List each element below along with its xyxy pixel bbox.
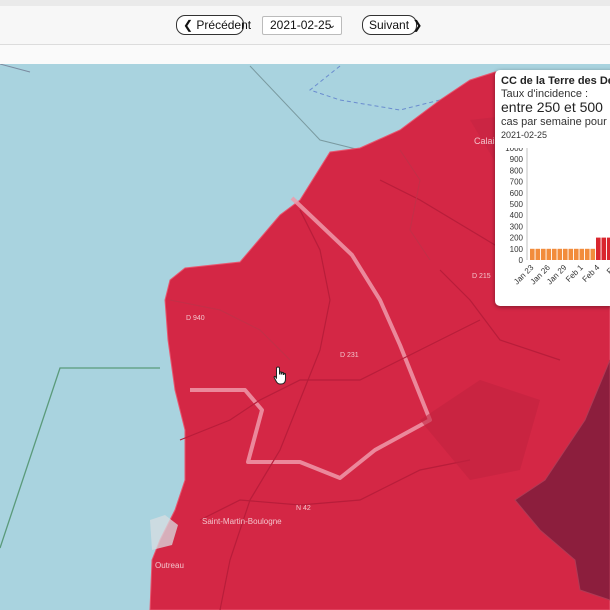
hand-cursor-icon — [273, 366, 286, 385]
road-label: D 940 — [186, 315, 205, 322]
road-label: D 215 — [472, 273, 491, 280]
incidence-range: entre 250 et 500 — [501, 99, 603, 115]
y-tick-label: 800 — [510, 166, 524, 175]
chart-bar[interactable] — [574, 248, 579, 260]
y-tick-label: 600 — [510, 189, 524, 198]
y-tick-label: 900 — [510, 155, 524, 164]
x-tick-label: Feb 4 — [581, 263, 602, 284]
incidence-unit: cas par semaine pour — [501, 116, 607, 128]
chart-bar[interactable] — [557, 248, 563, 260]
y-tick-label: 300 — [510, 222, 524, 231]
y-tick-label: 700 — [510, 178, 524, 187]
chart-bar[interactable] — [596, 237, 601, 260]
y-tick-label: 0 — [519, 256, 524, 265]
chart-bar[interactable] — [530, 248, 535, 260]
chart-bar[interactable] — [601, 237, 607, 260]
road-label: N 42 — [296, 505, 311, 512]
chart-bar[interactable] — [546, 248, 552, 260]
previous-button[interactable]: ❮ Précédent — [176, 15, 251, 35]
top-toolbar: ❮ Précédent 2021-02-25 ⌄ Suivant ❯ — [0, 0, 610, 45]
chart-bar[interactable] — [590, 248, 596, 260]
popup-title: CC de la Terre des De — [501, 75, 610, 87]
info-popup[interactable]: CC de la Terre des De Taux d'incidence :… — [495, 70, 610, 306]
chart-bar[interactable] — [568, 248, 574, 260]
chevron-down-icon: ⌄ — [327, 20, 336, 31]
chart-bar[interactable] — [585, 248, 590, 260]
road-label: D 231 — [340, 352, 359, 359]
popup-date: 2021-02-25 — [501, 130, 548, 140]
chart-bar[interactable] — [535, 248, 541, 260]
toolbar-top-strip — [0, 0, 610, 6]
x-tick-label: Feb 1 — [564, 263, 585, 284]
y-tick-label: 500 — [510, 200, 524, 209]
toolbar-spacer — [0, 45, 610, 64]
y-tick-label: 400 — [510, 211, 524, 220]
x-tick-label: Fe — [605, 263, 610, 276]
y-tick-label: 1000 — [505, 148, 523, 153]
chart-bar[interactable] — [541, 248, 546, 260]
y-tick-label: 100 — [510, 245, 524, 254]
date-select-value: 2021-02-25 — [270, 18, 332, 32]
chart-bar[interactable] — [552, 248, 557, 260]
chart-bar[interactable] — [579, 248, 585, 260]
y-tick-label: 200 — [510, 234, 524, 243]
incidence-chart: 10009008007006005004003002001000Jan 23Ja… — [505, 148, 610, 286]
chart-bar[interactable] — [563, 248, 568, 260]
place-label: Outreau — [155, 561, 184, 570]
next-button[interactable]: Suivant ❯ — [362, 15, 422, 35]
date-select[interactable]: 2021-02-25 ⌄ — [262, 16, 342, 35]
place-label: Saint-Martin-Boulogne — [202, 517, 282, 526]
